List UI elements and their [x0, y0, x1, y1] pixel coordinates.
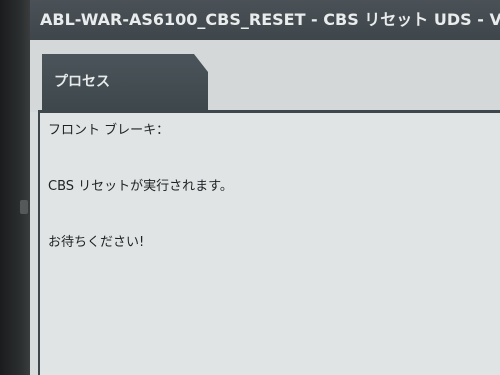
device-bezel: [0, 0, 30, 375]
tab-process[interactable]: プロセス: [42, 54, 208, 110]
screen: ABL-WAR-AS6100_CBS_RESET - CBS リセット UDS …: [30, 0, 500, 375]
tab-bar: プロセス: [30, 40, 500, 112]
wait-message: お待ちください!: [48, 235, 145, 250]
bezel-indicator: [20, 200, 28, 214]
status-message: CBS リセットが実行されます。: [48, 179, 233, 194]
process-panel: フロント ブレーキ： CBS リセットが実行されます。 お待ちください!: [38, 113, 500, 375]
window-title: ABL-WAR-AS6100_CBS_RESET - CBS リセット UDS …: [30, 0, 500, 40]
brake-label: フロント ブレーキ：: [48, 123, 170, 138]
